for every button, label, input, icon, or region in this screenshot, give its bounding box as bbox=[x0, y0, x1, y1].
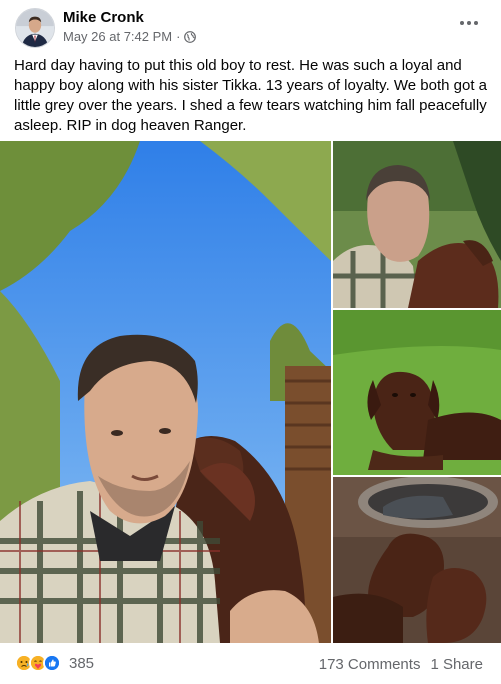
shares-count[interactable]: 1 Share bbox=[430, 656, 483, 673]
ellipsis-icon[interactable] bbox=[455, 12, 483, 34]
engagement-stats: 173 Comments 1 Share bbox=[319, 656, 483, 673]
photo-dog-on-grass[interactable] bbox=[333, 310, 501, 475]
photo-two-dogs[interactable] bbox=[333, 477, 501, 643]
author-name[interactable]: Mike Cronk bbox=[63, 9, 144, 26]
timestamp[interactable]: May 26 at 7:42 PM bbox=[63, 29, 172, 44]
reaction-count[interactable]: 385 bbox=[69, 655, 94, 672]
like-reaction-icon bbox=[43, 654, 61, 672]
post-meta: May 26 at 7:42 PM · bbox=[63, 29, 197, 44]
photo-grid bbox=[0, 141, 501, 643]
globe-icon[interactable] bbox=[184, 30, 197, 43]
comments-count[interactable]: 173 Comments bbox=[319, 656, 421, 673]
post-text: Hard day having to put this old boy to r… bbox=[14, 57, 488, 134]
reaction-summary[interactable]: 385 bbox=[15, 654, 94, 672]
avatar-image bbox=[16, 9, 54, 47]
photo-main[interactable] bbox=[0, 141, 331, 643]
avatar[interactable] bbox=[15, 8, 55, 48]
post-footer: 385 173 Comments 1 Share bbox=[0, 646, 501, 682]
post-header: Mike Cronk May 26 at 7:42 PM · bbox=[0, 0, 501, 54]
meta-separator: · bbox=[176, 29, 181, 44]
photo-man-with-dog[interactable] bbox=[333, 141, 501, 308]
